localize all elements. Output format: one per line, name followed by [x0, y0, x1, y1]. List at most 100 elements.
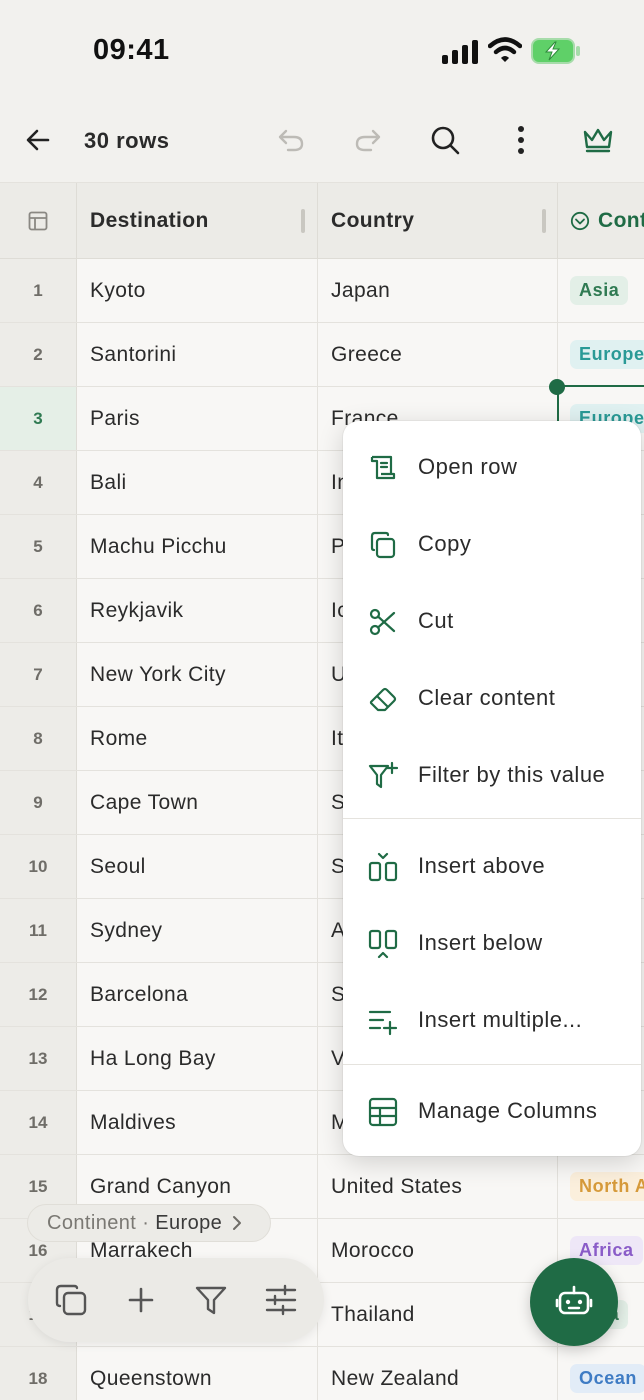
row-number[interactable]: 12 — [0, 963, 77, 1026]
cell-destination[interactable]: Barcelona — [77, 963, 318, 1026]
menu-item-label: Clear content — [418, 684, 556, 710]
cell-destination[interactable]: Queenstown — [77, 1347, 318, 1400]
menu-item-clear-content[interactable]: Clear content — [343, 659, 641, 736]
menu-item-insert-multiple[interactable]: Insert multiple... — [343, 981, 641, 1058]
more-vertical-icon — [518, 126, 524, 154]
cell-country[interactable]: Japan — [318, 259, 558, 322]
cell-country[interactable]: New Zealand — [318, 1347, 558, 1400]
undo-button[interactable] — [271, 120, 311, 160]
row-number[interactable]: 10 — [0, 835, 77, 898]
row-number[interactable]: 2 — [0, 323, 77, 386]
cell-continent[interactable]: Ocean — [558, 1347, 644, 1400]
cell-continent[interactable]: North A — [558, 1155, 644, 1218]
table-row[interactable]: 18 Queenstown New Zealand Ocean — [0, 1347, 644, 1400]
cell-destination[interactable]: Rome — [77, 707, 318, 770]
menu-item-label: Manage Columns — [418, 1097, 598, 1123]
redo-button[interactable] — [348, 120, 388, 160]
menu-item-filter-by-value[interactable]: Filter by this value — [343, 736, 641, 813]
view-settings-button[interactable] — [261, 1280, 301, 1320]
row-number[interactable]: 4 — [0, 451, 77, 514]
more-options-button[interactable] — [501, 120, 541, 160]
row-number[interactable]: 14 — [0, 1091, 77, 1154]
row-number[interactable]: 8 — [0, 707, 77, 770]
cell-destination[interactable]: Kyoto — [77, 259, 318, 322]
column-resize-handle[interactable] — [301, 209, 305, 233]
cell-destination[interactable]: Machu Picchu — [77, 515, 318, 578]
bottom-action-bar — [28, 1258, 324, 1342]
row-number[interactable]: 9 — [0, 771, 77, 834]
cell-destination[interactable]: Maldives — [77, 1091, 318, 1154]
menu-item-label: Copy — [418, 530, 472, 556]
column-header-label: Cont — [598, 209, 644, 232]
copy-icon — [55, 1284, 87, 1316]
cell-destination[interactable]: Bali — [77, 451, 318, 514]
cellular-signal-icon — [442, 40, 478, 64]
filter-value: Europe — [155, 1211, 223, 1234]
row-number[interactable]: 1 — [0, 259, 77, 322]
row-number[interactable]: 3 — [0, 387, 77, 450]
menu-item-label: Open row — [418, 453, 518, 479]
crown-icon — [583, 128, 613, 153]
menu-item-open-row[interactable]: Open row — [343, 428, 641, 505]
menu-item-insert-below[interactable]: Insert below — [343, 904, 641, 981]
cell-continent[interactable]: Asia — [558, 259, 644, 322]
row-count-title: 30 rows — [84, 128, 170, 153]
column-header-continent[interactable]: Cont — [558, 183, 644, 259]
active-filter-chip[interactable]: Continent · Europe — [27, 1204, 272, 1242]
ai-assistant-button[interactable] — [530, 1258, 618, 1346]
search-button[interactable] — [425, 120, 465, 160]
cell-destination[interactable]: Cape Town — [77, 771, 318, 834]
filter-icon — [195, 1286, 227, 1315]
cell-country[interactable]: Morocco — [318, 1219, 558, 1282]
battery-charging-icon — [531, 38, 580, 64]
row-number[interactable]: 5 — [0, 515, 77, 578]
column-header-country[interactable]: Country — [318, 183, 558, 259]
column-header-label: Country — [331, 209, 415, 232]
premium-button[interactable] — [578, 120, 618, 160]
menu-item-label: Insert multiple... — [418, 1006, 583, 1032]
row-number[interactable]: 18 — [0, 1347, 77, 1400]
cell-country[interactable]: United States — [318, 1155, 558, 1218]
row-number[interactable]: 6 — [0, 579, 77, 642]
cell-destination[interactable]: Seoul — [77, 835, 318, 898]
cell-destination[interactable]: Santorini — [77, 323, 318, 386]
selection-border — [557, 393, 559, 423]
cell-destination[interactable]: New York City — [77, 643, 318, 706]
cell-destination[interactable]: Reykjavik — [77, 579, 318, 642]
menu-item-cut[interactable]: Cut — [343, 582, 641, 659]
table-row[interactable]: 2 Santorini Greece Europe — [0, 323, 644, 387]
search-icon — [431, 126, 460, 155]
cell-destination[interactable]: Ha Long Bay — [77, 1027, 318, 1090]
add-row-button[interactable] — [121, 1280, 161, 1320]
menu-item-insert-above[interactable]: Insert above — [343, 827, 641, 904]
column-header-destination[interactable]: Destination — [77, 183, 318, 259]
select-all-cell[interactable] — [0, 183, 77, 259]
filter-button[interactable] — [191, 1280, 231, 1320]
row-number[interactable]: 7 — [0, 643, 77, 706]
back-button[interactable] — [18, 120, 58, 160]
status-bar: 09:41 — [0, 0, 644, 100]
cell-destination[interactable]: Sydney — [77, 899, 318, 962]
row-number[interactable]: 11 — [0, 899, 77, 962]
menu-separator — [343, 818, 641, 819]
cell-country[interactable]: Thailand — [318, 1283, 558, 1346]
cell-country[interactable]: Greece — [318, 323, 558, 386]
continent-tag: Asia — [570, 276, 629, 305]
eraser-icon — [369, 687, 397, 712]
table-row[interactable]: 1 Kyoto Japan Asia — [0, 259, 644, 323]
chevron-right-icon — [233, 1216, 242, 1230]
selection-handle[interactable] — [549, 379, 565, 395]
cell-destination[interactable]: Paris — [77, 387, 318, 450]
column-resize-handle[interactable] — [542, 209, 546, 233]
cell-continent[interactable]: Europe — [558, 323, 644, 386]
undo-icon — [278, 129, 304, 152]
row-number[interactable]: 13 — [0, 1027, 77, 1090]
filter-separator: · — [142, 1211, 150, 1234]
menu-item-label: Insert below — [418, 929, 543, 955]
menu-item-label: Cut — [418, 607, 454, 633]
menu-item-manage-columns[interactable]: Manage Columns — [343, 1072, 641, 1149]
sliders-icon — [265, 1284, 297, 1316]
menu-item-label: Insert above — [418, 852, 546, 878]
duplicate-button[interactable] — [51, 1280, 91, 1320]
menu-item-copy[interactable]: Copy — [343, 505, 641, 582]
